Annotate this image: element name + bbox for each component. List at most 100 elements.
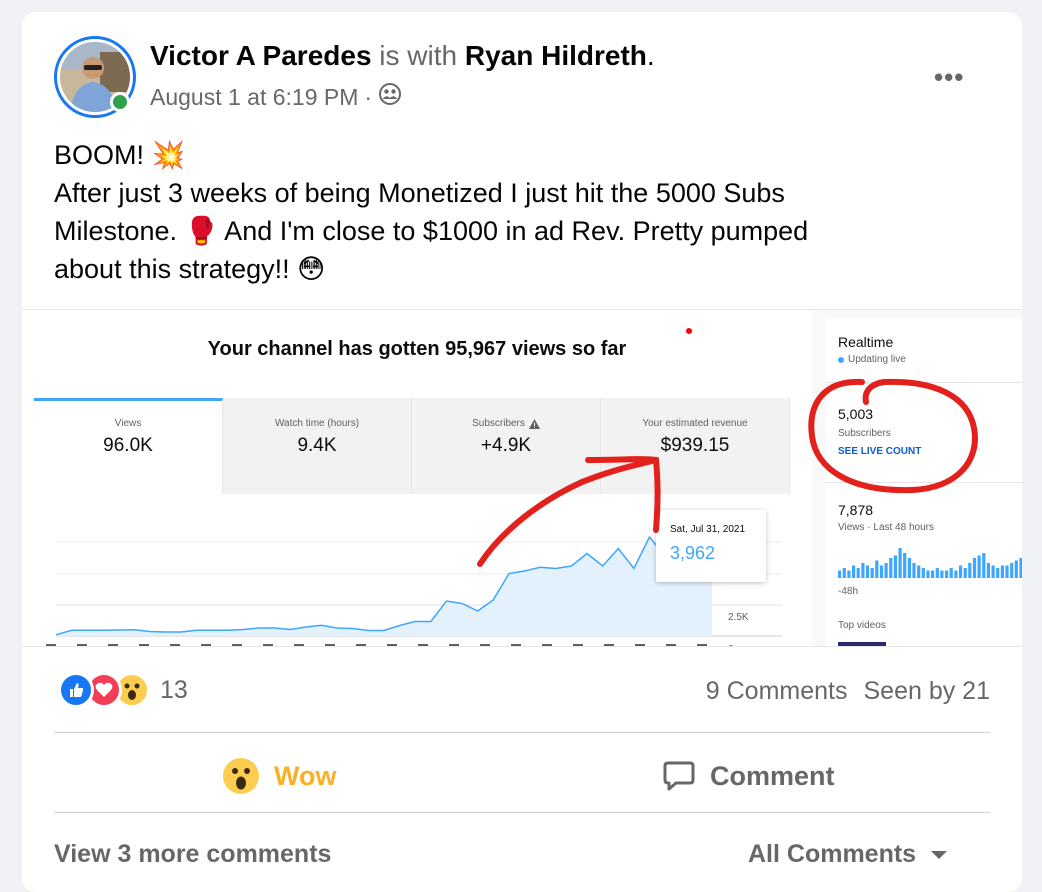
realtime-bar bbox=[954, 570, 958, 578]
realtime-bar bbox=[991, 565, 995, 578]
post-card: Victor A Paredes is with Ryan Hildreth. … bbox=[22, 12, 1022, 892]
realtime-bar bbox=[879, 565, 884, 578]
with-word: is with bbox=[379, 40, 458, 71]
realtime-bar bbox=[1019, 558, 1022, 578]
realtime-bar bbox=[926, 570, 930, 578]
realtime-bar bbox=[907, 558, 911, 578]
wow-reaction-button[interactable]: Wow bbox=[222, 754, 337, 798]
comment-bubble-icon bbox=[663, 761, 695, 791]
seen-by-link[interactable]: Seen by 21 bbox=[864, 677, 991, 706]
reaction-count[interactable]: 13 bbox=[160, 676, 188, 705]
realtime-bar bbox=[935, 568, 939, 578]
post-stats: 9 Comments Seen by 21 bbox=[706, 677, 990, 706]
x-tick-mark bbox=[449, 644, 459, 646]
realtime-bar bbox=[856, 568, 860, 578]
metric-label: Subscribers bbox=[472, 418, 525, 429]
x-tick-mark bbox=[232, 644, 242, 646]
realtime-bar bbox=[921, 568, 925, 578]
views-area-fill bbox=[56, 537, 712, 636]
tooltip-date: Sat, Jul 31, 2021 bbox=[670, 524, 746, 535]
meta-separator: · bbox=[364, 83, 373, 110]
y-tick-label: 2.5K bbox=[728, 612, 749, 623]
post-text-line: After just 3 weeks of being Monetized I … bbox=[54, 178, 785, 208]
online-status-dot bbox=[110, 92, 130, 112]
metric-revenue: Your estimated revenue $939.15 bbox=[601, 398, 790, 494]
x-tick-mark bbox=[697, 644, 707, 646]
realtime-bar bbox=[940, 570, 944, 578]
realtime-bar bbox=[852, 565, 856, 578]
x-tick-mark bbox=[201, 644, 211, 646]
x-tick-mark bbox=[139, 644, 149, 646]
more-options-button[interactable]: ••• bbox=[934, 62, 964, 93]
all-comments-dropdown[interactable]: All Comments bbox=[748, 840, 948, 869]
comment-count-link[interactable]: 9 Comments bbox=[706, 677, 848, 706]
realtime-bar bbox=[931, 570, 935, 578]
realtime-bar bbox=[968, 563, 972, 578]
post-meta: August 1 at 6:19 PM · bbox=[150, 82, 402, 112]
view-more-comments-link[interactable]: View 3 more comments bbox=[54, 840, 331, 869]
x-tick-mark bbox=[480, 644, 490, 646]
realtime-bar bbox=[986, 563, 990, 578]
tagged-person[interactable]: Ryan Hildreth bbox=[465, 40, 647, 71]
tooltip-value: 3,962 bbox=[670, 543, 716, 563]
y-tick-label: 0 bbox=[728, 644, 734, 646]
metric-value: 9.4K bbox=[297, 435, 337, 456]
chart-tooltip: Sat, Jul 31, 2021 3,962 bbox=[656, 510, 766, 582]
realtime-axis-label: -48h bbox=[838, 586, 859, 597]
realtime-views-value: 7,878 bbox=[838, 502, 874, 518]
x-tick-mark bbox=[170, 644, 180, 646]
realtime-bar bbox=[912, 563, 916, 578]
realtime-bar bbox=[847, 570, 851, 578]
x-tick-mark bbox=[294, 644, 304, 646]
reaction-summary[interactable]: 13 bbox=[58, 672, 188, 708]
wow-label: Wow bbox=[274, 760, 337, 791]
author-name[interactable]: Victor A Paredes bbox=[150, 40, 372, 71]
realtime-bar bbox=[875, 560, 879, 578]
realtime-subs-label: Subscribers bbox=[838, 428, 891, 439]
realtime-bar bbox=[838, 570, 842, 578]
x-tick-mark bbox=[356, 644, 366, 646]
all-comments-label: All Comments bbox=[748, 840, 917, 868]
divider bbox=[54, 732, 990, 733]
metric-label: Watch time (hours) bbox=[274, 418, 360, 429]
realtime-views-label: Views · Last 48 hours bbox=[838, 522, 934, 533]
x-tick-mark bbox=[542, 644, 552, 646]
realtime-bar bbox=[963, 568, 967, 578]
realtime-bar bbox=[945, 570, 949, 578]
comment-button[interactable]: Comment bbox=[662, 754, 835, 798]
top-videos-label: Top videos bbox=[838, 620, 886, 631]
post-date[interactable]: August 1 at 6:19 PM bbox=[150, 84, 358, 111]
realtime-bar bbox=[972, 558, 977, 578]
x-tick-mark bbox=[635, 644, 645, 646]
metric-views: Views 96.0K bbox=[34, 398, 223, 494]
realtime-bar bbox=[1000, 565, 1004, 578]
post-text-line: BOOM! 💥 bbox=[54, 140, 186, 170]
x-tick-mark bbox=[387, 644, 397, 646]
friends-icon[interactable] bbox=[378, 82, 402, 112]
realtime-bar bbox=[1010, 563, 1014, 578]
comment-label: Comment bbox=[710, 760, 835, 791]
realtime-bar bbox=[917, 565, 921, 578]
see-live-count-link[interactable]: SEE LIVE COUNT bbox=[838, 446, 921, 457]
header-period: . bbox=[646, 40, 655, 71]
notification-dot bbox=[686, 328, 692, 334]
top-video-thumbnail bbox=[838, 642, 886, 646]
wow-emoji-icon bbox=[223, 758, 259, 794]
realtime-bar bbox=[893, 555, 897, 578]
metric-tabs: Views 96.0K Watch time (hours) 9.4K Subs… bbox=[34, 398, 790, 494]
realtime-bar-chart bbox=[838, 548, 1022, 578]
metric-label: Views bbox=[114, 418, 142, 429]
metric-value: +4.9K bbox=[480, 435, 532, 456]
divider bbox=[826, 482, 1022, 483]
x-tick-mark bbox=[666, 644, 676, 646]
realtime-bar bbox=[842, 568, 846, 578]
like-reaction-icon bbox=[58, 672, 94, 708]
x-tick-mark bbox=[108, 644, 118, 646]
realtime-bar bbox=[861, 563, 865, 578]
post-text-line: about this strategy!! 😳 bbox=[54, 254, 326, 284]
attached-screenshot[interactable]: Your channel has gotten 95,967 views so … bbox=[22, 309, 1022, 647]
analytics-title: Your channel has gotten 95,967 views so … bbox=[207, 338, 627, 360]
metric-watch-time: Watch time (hours) 9.4K bbox=[223, 398, 412, 494]
realtime-bar bbox=[870, 568, 874, 578]
realtime-bar bbox=[865, 565, 870, 578]
